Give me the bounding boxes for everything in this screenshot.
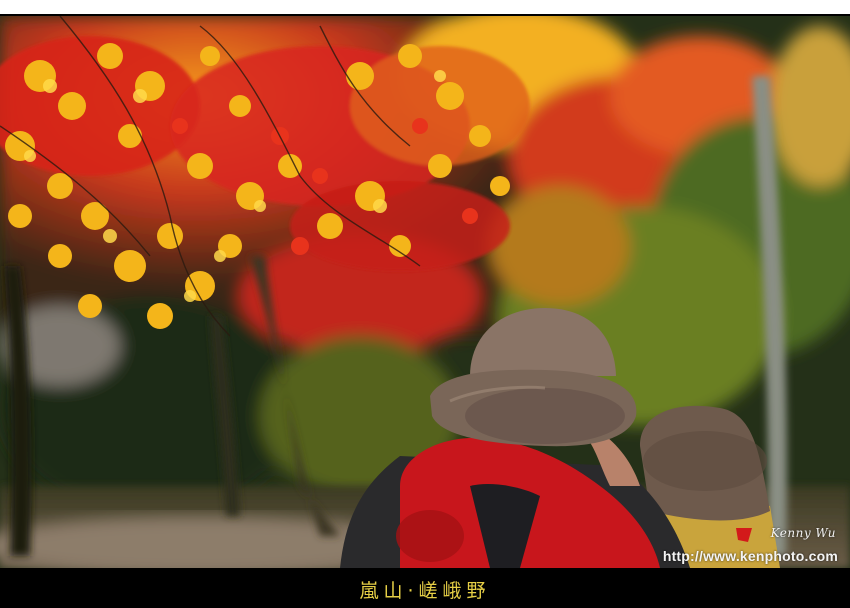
photographer-signature: Kenny Wu (770, 526, 836, 540)
watermark-url: http://www.kenphoto.com (662, 548, 838, 564)
photo-caption: 嵐山‧嵯峨野 (359, 579, 491, 602)
autumn-photo (0, 16, 850, 568)
photo-illustration (0, 16, 850, 568)
